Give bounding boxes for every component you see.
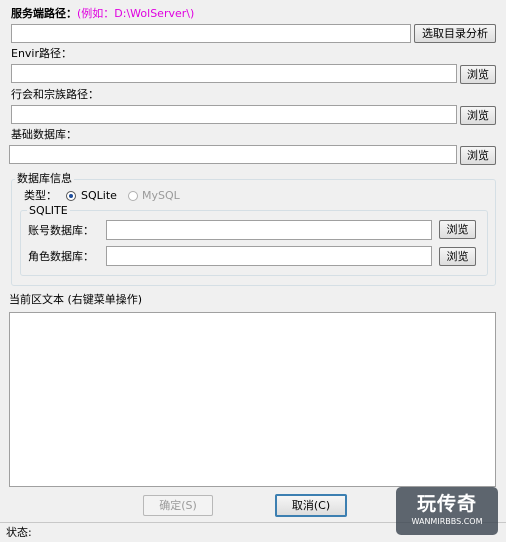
watermark-url: WANMIRBBS.COM [411,517,483,526]
role-db-browse-button[interactable]: 浏览 [439,247,476,266]
ok-button[interactable]: 确定(S) [143,495,213,516]
guild-browse-button[interactable]: 浏览 [460,106,496,125]
server-path-label: 服务端路径：(例如：D:\WolServer\) [11,7,194,21]
db-type-label: 类型： [24,189,57,202]
account-db-browse-button[interactable]: 浏览 [439,220,476,239]
analyze-directory-button[interactable]: 选取目录分析 [414,24,496,43]
watermark-name: 玩传奇 [416,493,477,515]
status-label: 状态: [6,526,32,539]
cancel-button[interactable]: 取消(C) [275,494,347,517]
base-db-label: 基础数据库： [11,128,77,141]
base-db-browse-button[interactable]: 浏览 [460,146,496,165]
current-text-label: 当前区文本 (右键菜单操作) [9,293,143,306]
account-db-input[interactable] [106,220,432,240]
account-db-label: 账号数据库： [28,224,94,237]
server-path-hint: (例如：D:\WolServer\) [77,7,195,20]
current-text-area[interactable] [9,312,496,487]
envir-path-label: Envir路径： [11,47,73,60]
guild-path-label: 行会和宗族路径： [11,88,99,101]
db-info-title: 数据库信息 [15,172,74,185]
sqlite-radio-label[interactable]: SQLite [81,189,117,203]
mysql-radio[interactable] [128,191,138,201]
sqlite-radio[interactable] [66,191,76,201]
envir-browse-button[interactable]: 浏览 [460,65,496,84]
guild-path-input[interactable] [11,105,457,124]
sqlite-group-title: SQLITE [27,204,70,217]
mysql-radio-label[interactable]: MySQL [142,189,180,203]
base-db-input[interactable] [9,145,457,164]
server-path-label-text: 服务端路径： [11,7,77,20]
watermark-logo: 玩传奇 WANMIRBBS.COM [396,487,498,535]
server-path-input[interactable] [11,24,411,43]
envir-path-input[interactable] [11,64,457,83]
role-db-label: 角色数据库： [28,250,94,263]
role-db-input[interactable] [106,246,432,266]
